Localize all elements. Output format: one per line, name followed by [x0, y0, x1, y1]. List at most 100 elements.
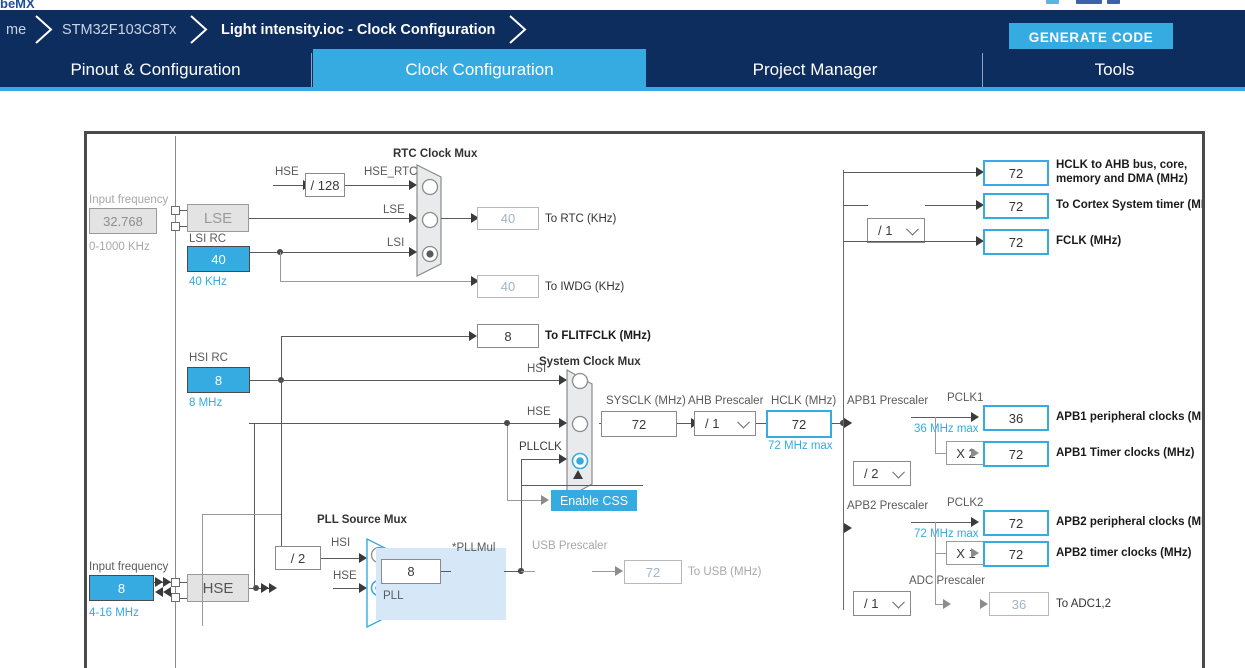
rtc-mux-input-hse-rtc-radio[interactable] — [419, 176, 441, 198]
cortex-timer-value: 72 — [983, 193, 1049, 219]
pclk1-label: PCLK1 — [947, 392, 984, 404]
apb1-prescaler-label: APB1 Prescaler — [847, 395, 929, 407]
to-rtc-label: To RTC (KHz) — [545, 213, 617, 225]
apb1-prescaler-value: / 2 — [864, 466, 879, 481]
lsi-rc-value[interactable]: 40 — [187, 246, 250, 272]
cortex-timer-prescaler-select[interactable]: / 1 — [867, 218, 925, 243]
hclk-ahb-bus-label-line1: HCLK to AHB bus, core, — [1056, 159, 1188, 171]
breadcrumb: me STM32F103C8Tx Light intensity.ioc - C… — [0, 10, 1245, 51]
to-iwdg-value: 40 — [477, 275, 539, 298]
adc-label: To ADC1,2 — [1056, 598, 1111, 610]
cortex-timer-prescaler-value: / 1 — [878, 223, 893, 238]
apb2-timer-label: APB2 timer clocks (MHz) — [1056, 547, 1192, 559]
hse-rtc-divider[interactable]: / 128 — [305, 173, 345, 197]
breadcrumb-chevron-icon — [506, 10, 532, 49]
sys-mux-input-hse-radio[interactable] — [569, 413, 591, 435]
enable-css-button[interactable]: Enable CSS — [551, 490, 637, 511]
tab-tools[interactable]: Tools — [984, 49, 1245, 91]
lse-input-frequency-field[interactable]: 32.768 — [89, 208, 157, 234]
sys-mux-input-hsi-radio[interactable] — [569, 370, 591, 392]
hse-rtc-signal-label: HSE_RTC — [364, 166, 418, 178]
hsi-rc-value[interactable]: 8 — [187, 367, 250, 393]
lse-xtal-pin-icon — [171, 222, 180, 231]
apb1-timer-multiplier: X 2 — [946, 441, 986, 465]
ahb-prescaler-select[interactable]: / 1 — [694, 411, 756, 436]
pll-input-value: 8 — [381, 559, 441, 584]
fclk-label: FCLK (MHz) — [1056, 235, 1122, 247]
hclk-ahb-bus-label-line2: memory and DMA (MHz) — [1056, 173, 1188, 185]
hclk-ahb-bus-value: 72 — [983, 160, 1049, 186]
rtc-clock-mux-title: RTC Clock Mux — [393, 148, 478, 160]
generate-code-button[interactable]: GENERATE CODE — [1009, 23, 1173, 51]
ahb-prescaler-value: / 1 — [705, 416, 720, 431]
sysclk-label: SYSCLK (MHz) — [606, 395, 686, 407]
hsi-rc-unit-label: 8 MHz — [189, 397, 223, 409]
adc-prescaler-label: ADC Prescaler — [909, 575, 986, 587]
lse-range-label: 0-1000 KHz — [89, 241, 150, 253]
breadcrumb-item-home[interactable]: me — [6, 10, 26, 49]
hclk-max-label: 72 MHz max — [768, 440, 833, 452]
apb1-periph-value: 36 — [983, 405, 1049, 431]
usb-prescaler-label: USB Prescaler — [532, 540, 608, 552]
to-usb-label: To USB (MHz) — [688, 566, 762, 578]
chevron-down-icon — [737, 415, 750, 429]
chevron-down-icon — [906, 222, 919, 236]
apb1-prescaler-select[interactable]: / 2 — [853, 461, 911, 486]
window-control-b-icon[interactable] — [1076, 0, 1102, 4]
hse-range-label: 4-16 MHz — [89, 607, 139, 619]
hse-xtal-pin-icon — [171, 578, 180, 587]
breadcrumb-chevron-icon — [32, 10, 58, 49]
to-usb-value: 72 — [624, 560, 682, 584]
breadcrumb-item-current: Light intensity.ioc - Clock Configuratio… — [221, 21, 496, 38]
app-window: beMX me STM32F103C8Tx Light intensity.io… — [0, 0, 1245, 668]
tab-project-manager[interactable]: Project Manager — [648, 49, 982, 91]
ahb-prescaler-label: AHB Prescaler — [688, 395, 764, 407]
apb1-timer-label: APB1 Timer clocks (MHz) — [1056, 447, 1195, 459]
to-flitfclk-value: 8 — [477, 324, 539, 348]
window-control-c-icon[interactable] — [1107, 0, 1120, 4]
hclk-label: HCLK (MHz) — [771, 395, 837, 407]
hse-input-frequency-field[interactable]: 8 — [89, 575, 154, 601]
sys-mux-input-pllclk-radio-selected[interactable] — [569, 450, 591, 472]
apb2-prescaler-select[interactable]: / 1 — [853, 591, 911, 616]
window-control-a-icon[interactable] — [1046, 0, 1059, 4]
system-clock-mux-title: System Clock Mux — [539, 356, 641, 368]
adc-value: 36 — [989, 592, 1049, 616]
pll-source-mux-title: PLL Source Mux — [317, 514, 407, 526]
lse-input-frequency-label: Input frequency — [89, 194, 169, 206]
lse-xtal-pin-icon — [171, 206, 180, 215]
to-flitfclk-label: To FLITFCLK (MHz) — [545, 330, 651, 342]
lsi-rc-unit-label: 40 KHz — [189, 276, 227, 288]
apb2-timer-value: 72 — [983, 541, 1049, 567]
hse-oscillator-box[interactable]: HSE — [187, 574, 249, 602]
lse-oscillator-box[interactable]: LSE — [187, 204, 249, 232]
clock-tree-panel: Input frequency 32.768 0-1000 KHz LSE LS… — [84, 131, 1205, 668]
clock-toolbar: Resolve Clock Issues — [0, 91, 1245, 214]
pllclk-signal-label: PLLCLK — [519, 441, 562, 453]
breadcrumb-item-mcu[interactable]: STM32F103C8Tx — [62, 10, 176, 49]
apb2-timer-multiplier: X 1 — [946, 541, 986, 565]
pll-band-label: PLL — [383, 590, 404, 602]
hclk-value: 72 — [766, 410, 832, 438]
hse-xtal-pin-icon — [171, 593, 180, 602]
lsi-rc-label: LSI RC — [189, 233, 227, 245]
tab-clock-configuration[interactable]: Clock Configuration — [313, 49, 646, 91]
lse-signal-label: LSE — [383, 204, 405, 216]
apb2-periph-label: APB2 peripheral clocks (MHz) — [1056, 516, 1205, 528]
breadcrumb-chevron-icon — [187, 10, 213, 49]
apb2-periph-value: 72 — [983, 510, 1049, 536]
apb2-prescaler-label: APB2 Prescaler — [847, 500, 929, 512]
rtc-mux-input-lse-radio[interactable] — [419, 209, 441, 231]
pllmul-label: *PLLMul — [452, 542, 496, 554]
to-rtc-value: 40 — [477, 207, 539, 230]
cortex-timer-label: To Cortex System timer (MHz) — [1056, 199, 1205, 211]
sysclk-value: 72 — [601, 411, 677, 437]
tab-pinout-configuration[interactable]: Pinout & Configuration — [0, 49, 311, 91]
hse-input-frequency-label: Input frequency — [89, 561, 169, 573]
css-arrow-icon — [573, 470, 583, 479]
to-iwdg-label: To IWDG (KHz) — [545, 281, 625, 293]
rtc-mux-input-lsi-radio-selected[interactable] — [419, 243, 441, 265]
chevron-down-icon — [892, 465, 905, 479]
fclk-value: 72 — [983, 229, 1049, 255]
hse-signal-label-sysmux: HSE — [527, 406, 551, 418]
